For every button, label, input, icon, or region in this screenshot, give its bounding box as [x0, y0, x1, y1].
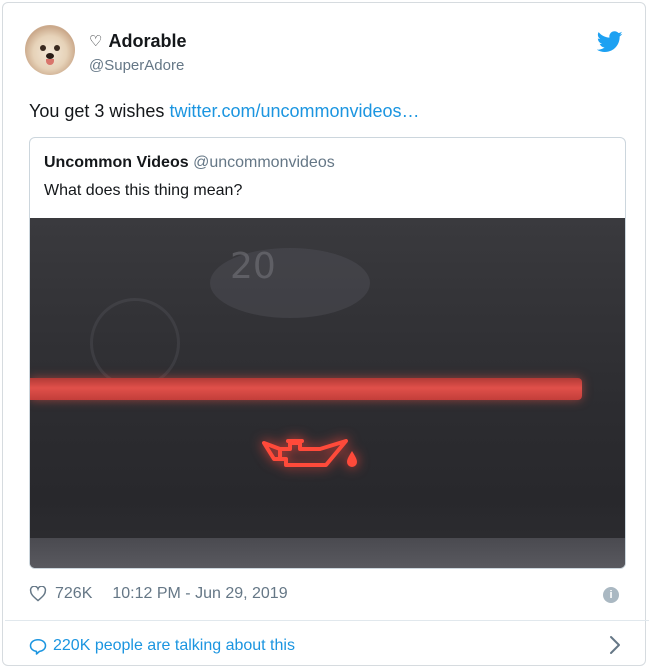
tweet-body: You get 3 wishes — [29, 101, 170, 121]
dashboard-faded-gauge: 20 — [230, 246, 276, 287]
chevron-right-icon[interactable] — [609, 635, 621, 655]
avatar-eye — [40, 45, 46, 51]
avatar[interactable] — [25, 25, 75, 75]
speech-bubble-icon — [29, 638, 47, 655]
quoted-author-handle[interactable]: @uncommonvideos — [193, 154, 335, 171]
oil-pressure-warning-icon — [262, 439, 357, 467]
tweet-card: ♡ Adorable @SuperAdore You get 3 wishes … — [2, 2, 649, 666]
info-icon[interactable]: i — [603, 587, 619, 603]
like-count[interactable]: 726K — [55, 585, 92, 603]
heart-like-icon[interactable] — [29, 586, 47, 602]
quoted-author-name[interactable]: Uncommon Videos — [44, 154, 189, 171]
tweet-text: You get 3 wishes twitter.com/uncommonvid… — [29, 101, 420, 122]
dashboard-bottom-strip — [30, 538, 625, 568]
tweet-link[interactable]: twitter.com/uncommonvideos… — [169, 101, 419, 121]
divider — [5, 620, 649, 621]
avatar-eye — [54, 45, 60, 51]
conversation-text[interactable]: 220K people are talking about this — [53, 637, 295, 655]
twitter-bird-icon[interactable] — [597, 31, 623, 53]
conversation-link[interactable]: 220K people are talking about this — [29, 637, 295, 655]
quoted-media-image[interactable]: 20 — [30, 218, 625, 568]
quoted-header: Uncommon Videos @uncommonvideos — [44, 154, 335, 172]
tweet-footer: 726K 10:12 PM - Jun 29, 2019 — [29, 585, 288, 603]
dashboard-red-bar — [30, 378, 582, 400]
avatar-tongue — [46, 59, 54, 65]
quoted-text: What does this thing mean? — [44, 182, 243, 199]
dashboard-gauge-ring — [90, 298, 180, 388]
author-display-name[interactable]: Adorable — [108, 31, 186, 52]
author-handle[interactable]: @SuperAdore — [89, 57, 184, 74]
tweet-timestamp[interactable]: 10:12 PM - Jun 29, 2019 — [112, 585, 287, 603]
quoted-tweet[interactable]: Uncommon Videos @uncommonvideos What doe… — [29, 137, 626, 569]
author-name-row[interactable]: ♡ Adorable — [89, 31, 186, 52]
heart-outline-icon: ♡ — [89, 33, 103, 50]
